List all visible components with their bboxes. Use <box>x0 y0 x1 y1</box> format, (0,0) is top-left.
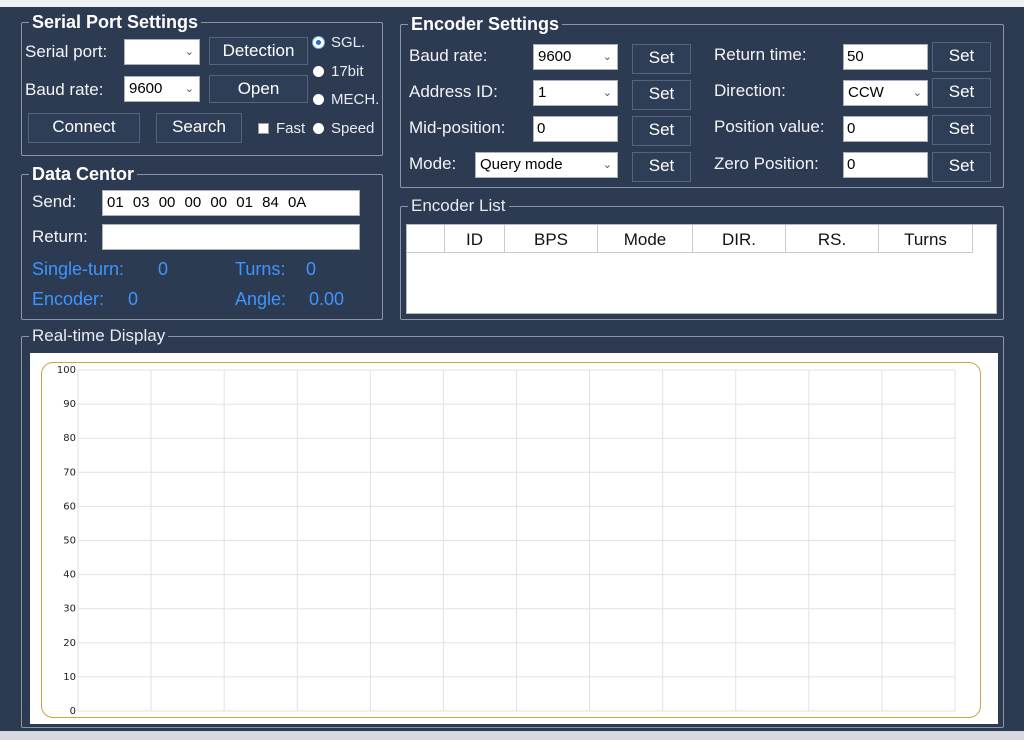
angle-value: 0.00 <box>309 289 345 309</box>
mech-radio[interactable] <box>313 94 324 105</box>
baud-rate-select[interactable]: 9600 ⌄ <box>124 76 200 102</box>
direction-select[interactable]: CCW ⌄ <box>843 80 928 106</box>
baud-rate-label: Baud rate: <box>25 80 104 99</box>
17bit-radio-label: 17bit <box>331 63 364 80</box>
column-header-rs[interactable]: RS. <box>786 225 879 253</box>
17bit-radio[interactable] <box>313 66 324 77</box>
speed-radio[interactable] <box>313 123 324 134</box>
mid-position-label: Mid-position: <box>409 118 506 137</box>
position-value-label: Position value: <box>714 117 825 136</box>
y-tick-label: 100 <box>57 365 76 376</box>
chevron-down-icon: ⌄ <box>602 87 612 99</box>
detection-button[interactable]: Detection <box>209 37 308 65</box>
chevron-down-icon: ⌄ <box>602 159 612 171</box>
realtime-chart-panel: 100 90 80 70 60 50 40 30 20 10 0 <box>30 353 998 724</box>
y-tick-label: 30 <box>63 604 76 615</box>
column-header-select[interactable] <box>407 225 445 253</box>
address-id-select[interactable]: 1 ⌄ <box>533 80 618 106</box>
baud-rate-value: 9600 <box>129 80 163 97</box>
chevron-down-icon: ⌄ <box>184 83 194 95</box>
encoder-value: 0 <box>128 289 139 309</box>
y-tick-label: 0 <box>70 706 76 717</box>
zero-position-field[interactable]: 0 <box>843 152 928 178</box>
connect-button[interactable]: Connect <box>28 113 140 143</box>
fast-checkbox-label: Fast <box>276 120 306 137</box>
serial-port-settings-title: Serial Port Settings <box>29 12 202 32</box>
column-header-bps[interactable]: BPS <box>505 225 598 253</box>
column-header-turns[interactable]: Turns <box>879 225 973 253</box>
serial-port-select[interactable]: ⌄ <box>124 39 200 65</box>
fast-checkbox[interactable] <box>258 123 269 134</box>
set-return-time-button[interactable]: Set <box>932 42 991 72</box>
y-tick-label: 90 <box>63 399 76 410</box>
enc-baud-rate-label: Baud rate: <box>409 46 488 65</box>
set-address-id-button[interactable]: Set <box>632 80 691 110</box>
window-top-strip <box>0 0 1024 7</box>
y-tick-label: 20 <box>63 638 76 649</box>
encoder-list-title: Encoder List <box>408 196 509 216</box>
set-zero-position-button[interactable]: Set <box>932 152 991 182</box>
address-id-value: 1 <box>538 84 547 101</box>
column-header-id[interactable]: ID <box>445 225 505 253</box>
open-button[interactable]: Open <box>209 75 308 103</box>
speed-radio-label: Speed <box>331 120 375 137</box>
search-button[interactable]: Search <box>156 113 242 143</box>
position-value-field[interactable]: 0 <box>843 116 928 142</box>
enc-baud-rate-select[interactable]: 9600 ⌄ <box>533 44 618 70</box>
y-tick-label: 60 <box>63 501 76 512</box>
send-field[interactable]: 01 03 00 00 00 01 84 0A <box>102 190 360 216</box>
set-position-value-button[interactable]: Set <box>932 115 991 145</box>
return-label: Return: <box>32 227 88 246</box>
single-turn-label: Single-turn: <box>32 259 125 279</box>
turns-value: 0 <box>306 259 317 279</box>
set-mode-button[interactable]: Set <box>632 152 691 182</box>
mid-position-field[interactable]: 0 <box>533 116 618 142</box>
return-time-label: Return time: <box>714 45 807 64</box>
encoder-label: Encoder: <box>32 289 105 309</box>
serial-port-label: Serial port: <box>25 42 108 61</box>
chevron-down-icon: ⌄ <box>912 87 922 99</box>
set-baud-rate-button[interactable]: Set <box>632 44 691 74</box>
window-bottom-strip <box>0 731 1024 740</box>
sgl-radio-label: SGL. <box>331 34 366 51</box>
zero-position-label: Zero Position: <box>714 154 819 173</box>
angle-label: Angle: <box>235 289 287 309</box>
direction-value: CCW <box>848 84 884 101</box>
y-tick-label: 10 <box>63 672 76 683</box>
enc-baud-rate-value: 9600 <box>538 48 572 65</box>
return-field[interactable] <box>102 224 360 250</box>
mech-radio-label: MECH. <box>331 91 380 108</box>
single-turn-value: 0 <box>158 259 169 279</box>
direction-label: Direction: <box>714 81 786 100</box>
y-tick-label: 80 <box>63 433 76 444</box>
realtime-display-title: Real-time Display <box>29 326 169 346</box>
mode-label: Mode: <box>409 154 457 173</box>
set-mid-position-button[interactable]: Set <box>632 116 691 146</box>
return-time-field[interactable]: 50 <box>843 44 928 70</box>
encoder-list-table[interactable]: ID BPS Mode DIR. RS. Turns <box>406 224 997 314</box>
send-label: Send: <box>32 192 77 211</box>
chevron-down-icon: ⌄ <box>602 51 612 63</box>
set-direction-button[interactable]: Set <box>932 78 991 108</box>
data-center-title: Data Centor <box>29 164 138 184</box>
y-tick-label: 40 <box>63 570 76 581</box>
chevron-down-icon: ⌄ <box>184 46 194 58</box>
mode-select[interactable]: Query mode ⌄ <box>475 152 618 178</box>
encoder-settings-title: Encoder Settings <box>408 14 563 34</box>
realtime-chart: 1009080706050403020100 <box>57 365 956 717</box>
column-header-mode[interactable]: Mode <box>598 225 693 253</box>
address-id-label: Address ID: <box>409 82 498 101</box>
mode-value: Query mode <box>480 156 563 173</box>
y-tick-label: 70 <box>63 467 76 478</box>
y-tick-label: 50 <box>63 536 76 547</box>
turns-label: Turns: <box>235 259 286 279</box>
sgl-radio[interactable] <box>313 37 324 48</box>
encoder-list-header: ID BPS Mode DIR. RS. Turns <box>407 225 973 253</box>
column-header-dir[interactable]: DIR. <box>693 225 786 253</box>
